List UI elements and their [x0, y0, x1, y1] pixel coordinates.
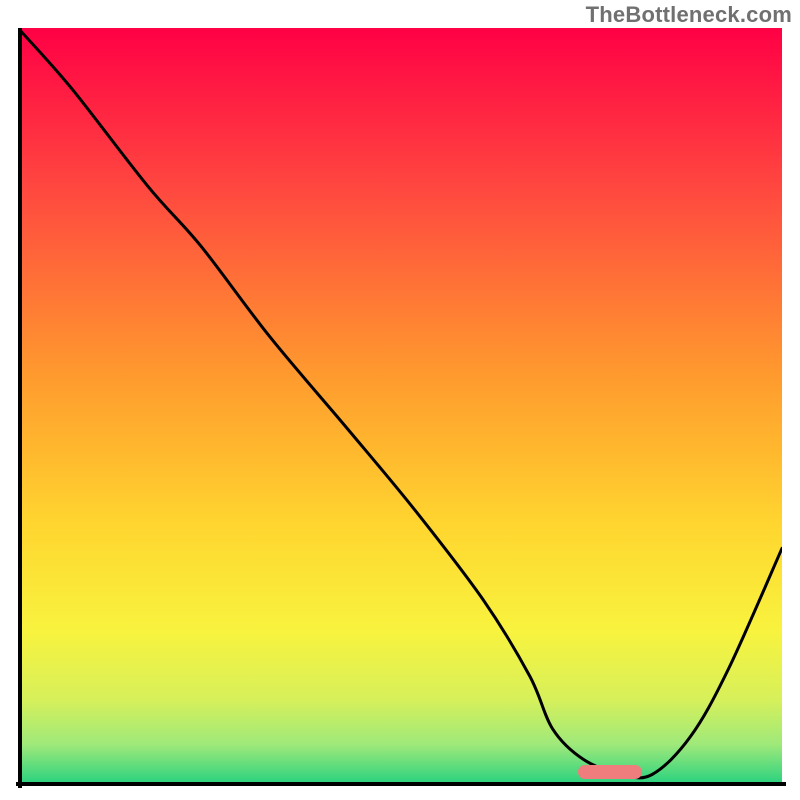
watermark-text: TheBottleneck.com — [586, 2, 792, 28]
optimum-marker — [578, 765, 642, 779]
x-axis — [16, 782, 786, 786]
plot-area — [18, 28, 782, 782]
curve-line — [18, 28, 782, 782]
y-axis — [18, 28, 22, 788]
chart-container: TheBottleneck.com — [0, 0, 800, 800]
curve-path — [18, 28, 782, 778]
